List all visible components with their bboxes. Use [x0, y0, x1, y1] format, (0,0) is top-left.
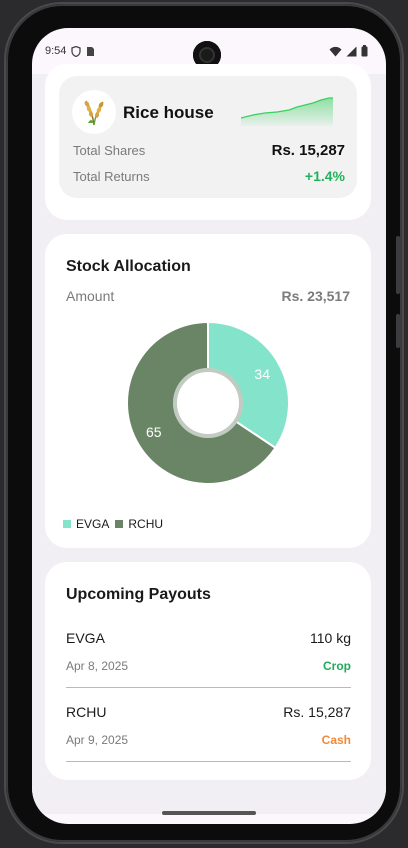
- legend-label: RCHU: [128, 517, 164, 531]
- phone-screen: 9:54 Rice house Total Shares Rs. 15,287 …: [32, 28, 386, 824]
- payout-item[interactable]: RCHU Rs. 15,287 Apr 9, 2025 Cash: [66, 692, 351, 762]
- volume-button: [396, 236, 400, 294]
- total-shares-value: Rs. 15,287: [271, 142, 345, 159]
- holding-name: Rice house: [123, 103, 214, 122]
- allocation-title: Stock Allocation: [66, 258, 191, 275]
- wifi-icon: [329, 46, 342, 56]
- payout-date: Apr 9, 2025: [66, 733, 129, 747]
- stock-allocation-card: Stock Allocation Amount Rs. 23,517 34 65 …: [45, 234, 371, 548]
- sparkline-chart: [241, 97, 333, 126]
- donut-label-rchu: 65: [146, 424, 162, 440]
- legend-swatch: [115, 520, 124, 528]
- payout-type-badge: Cash: [321, 733, 351, 747]
- total-returns-value: +1.4%: [304, 168, 345, 184]
- power-button: [396, 314, 400, 348]
- legend-swatch: [63, 520, 71, 528]
- gesture-nav-handle[interactable]: [162, 811, 256, 815]
- total-shares-label: Total Shares: [73, 143, 146, 158]
- shield-icon: [71, 45, 82, 57]
- legend-item-rchu: RCHU: [115, 517, 163, 531]
- holding-item-rice-house[interactable]: Rice house Total Shares Rs. 15,287 Total…: [59, 76, 357, 198]
- legend-label: EVGA: [76, 517, 110, 531]
- status-time: 9:54: [45, 45, 67, 57]
- payout-name: EVGA: [66, 630, 105, 646]
- phone-frame: 9:54 Rice house Total Shares Rs. 15,287 …: [6, 4, 402, 842]
- chart-legend: EVGA RCHU: [63, 517, 165, 531]
- allocation-donut-chart[interactable]: 34 65: [127, 322, 289, 484]
- scroll-content[interactable]: Rice house Total Shares Rs. 15,287 Total…: [32, 64, 386, 814]
- sim-card-icon: [87, 46, 95, 56]
- payout-date: Apr 8, 2025: [66, 659, 129, 673]
- legend-item-evga: EVGA: [63, 517, 109, 531]
- signal-icon: [346, 46, 357, 56]
- amount-value: Rs. 23,517: [281, 288, 351, 304]
- total-returns-label: Total Returns: [73, 169, 150, 184]
- payouts-title: Upcoming Payouts: [66, 586, 211, 603]
- payout-type-badge: Crop: [323, 659, 351, 673]
- donut-hole: [173, 368, 243, 438]
- payout-amount: 110 kg: [310, 630, 351, 646]
- portfolio-card: Rice house Total Shares Rs. 15,287 Total…: [45, 64, 371, 220]
- payout-amount: Rs. 15,287: [283, 704, 351, 720]
- battery-icon: [361, 45, 368, 57]
- payout-name: RCHU: [66, 704, 107, 720]
- upcoming-payouts-card: Upcoming Payouts EVGA 110 kg Apr 8, 2025…: [45, 562, 371, 780]
- donut-label-evga: 34: [254, 366, 270, 382]
- amount-label: Amount: [66, 288, 115, 304]
- payout-item[interactable]: EVGA 110 kg Apr 8, 2025 Crop: [66, 618, 351, 688]
- rice-logo-icon: [72, 90, 116, 134]
